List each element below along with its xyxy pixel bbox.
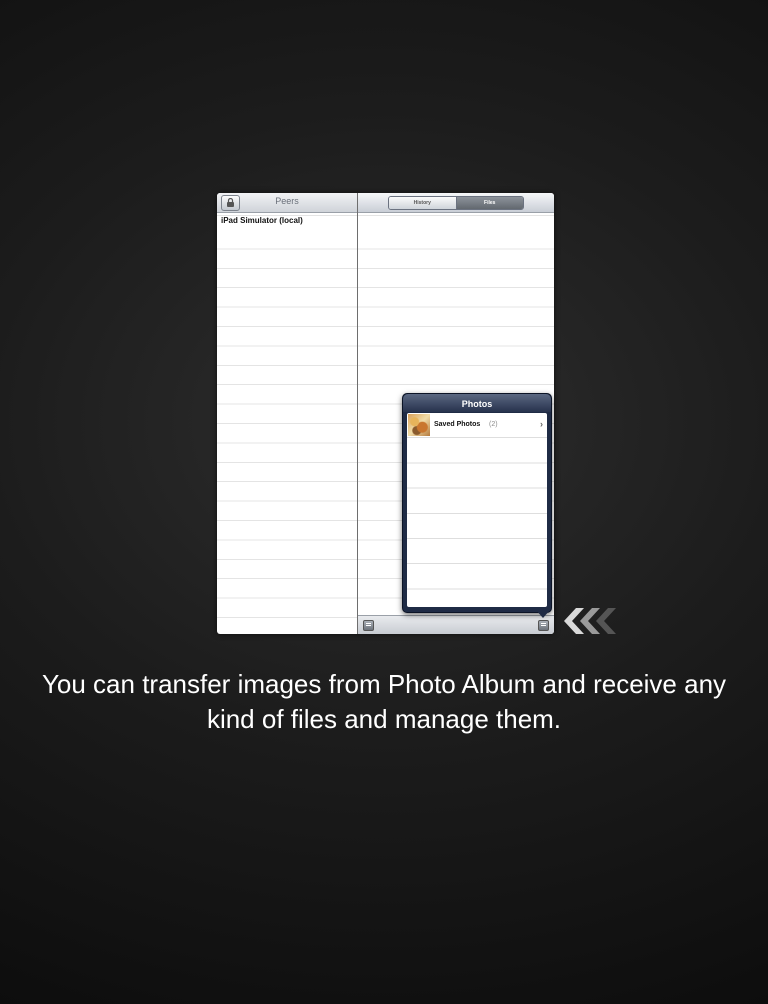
popover-list: Saved Photos (2) › (407, 413, 547, 607)
peers-navbar: Peers (217, 193, 357, 213)
tab-history[interactable]: History (389, 197, 457, 209)
peer-row-local[interactable]: iPad Simulator (local) (221, 216, 303, 225)
popover-title: Photos (461, 399, 493, 409)
caption-line-1: You can transfer images from Photo Album… (41, 669, 727, 699)
list-icon[interactable] (363, 620, 374, 631)
caption: You can transfer images from Photo Album… (0, 667, 768, 737)
bottom-toolbar (358, 615, 554, 634)
peers-title: Peers (275, 196, 299, 206)
tab-files[interactable]: Files (456, 197, 523, 209)
popover-arrow (536, 610, 550, 618)
caption-line-2: kind of files and manage them. (206, 704, 562, 734)
files-navbar: History Files (358, 193, 554, 213)
action-icon[interactable] (538, 620, 549, 631)
saved-photos-count: (2) (489, 421, 498, 428)
segmented-control: History Files (388, 196, 524, 210)
chevron-right-icon: › (540, 419, 543, 429)
photo-thumbnail-icon (408, 414, 430, 436)
list-item-saved-photos[interactable]: Saved Photos (2) › (407, 413, 547, 437)
triple-chevron-left-icon (564, 608, 616, 634)
saved-photos-label: Saved Photos (434, 421, 481, 428)
photos-popover: Photos Saved Photos (2) › (402, 393, 552, 613)
peers-pane: Peers iPad Simulator (local) (217, 193, 358, 634)
